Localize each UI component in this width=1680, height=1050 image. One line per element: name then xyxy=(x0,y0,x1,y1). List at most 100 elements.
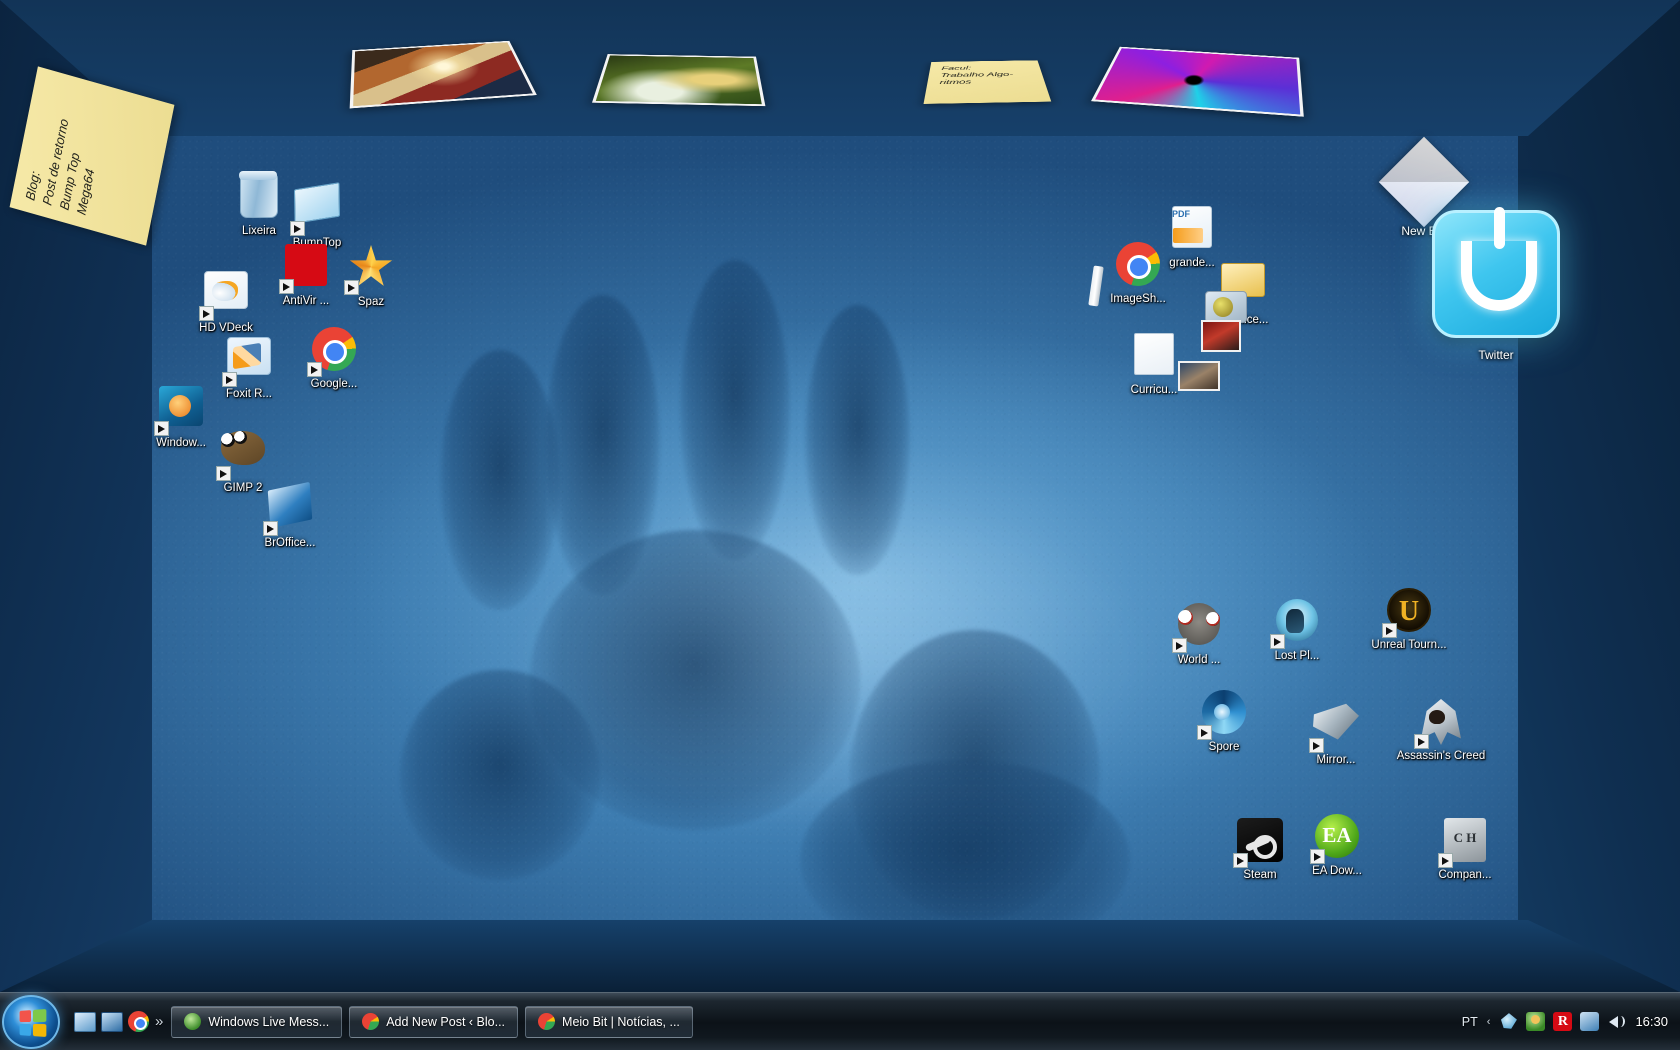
tray-icon-group xyxy=(1499,1012,1626,1031)
vdeck-icon xyxy=(204,271,248,309)
icon-art xyxy=(1072,265,1120,314)
icon-art xyxy=(222,337,273,387)
messenger-tray-icon[interactable] xyxy=(1500,1013,1517,1029)
shortcut-overlay-icon xyxy=(1270,634,1285,649)
language-indicator[interactable]: PT xyxy=(1462,1015,1478,1029)
icon-art xyxy=(1310,814,1361,864)
icon-art xyxy=(199,271,250,321)
task-title: Add New Post ‹ Blo... xyxy=(386,1014,506,1029)
icon-art xyxy=(1309,703,1360,753)
desktop-icon-label: BrOffice... xyxy=(264,537,316,549)
shortcut-overlay-icon xyxy=(279,279,294,294)
tray-expand-icon[interactable]: ‹ xyxy=(1487,1016,1491,1028)
icon-art xyxy=(1197,690,1248,740)
icon-art xyxy=(290,182,341,236)
system-tray: PT ‹ 16:30 xyxy=(1462,1012,1680,1031)
desktop-icon-broffice[interactable]: BrOffice... xyxy=(236,481,344,550)
desktop-icon-label: Spaz xyxy=(357,296,385,308)
shortcut-overlay-icon xyxy=(290,221,305,236)
volume-tray-icon[interactable] xyxy=(1607,1012,1626,1031)
shortcut-overlay-icon xyxy=(1310,849,1325,864)
desktop-icon-ea-dow[interactable]: EA Dow... xyxy=(1283,812,1391,878)
desktop-icon-label: Google... xyxy=(310,378,358,390)
shortcut-overlay-icon xyxy=(1309,738,1324,753)
desktop-icon-google[interactable]: Google... xyxy=(280,325,388,391)
foxit-icon xyxy=(227,337,271,375)
icon-art xyxy=(1382,588,1433,638)
quick-launch-bar xyxy=(74,1011,149,1032)
task-app-icon xyxy=(184,1013,202,1030)
desktop-icon-spore[interactable]: Spore xyxy=(1170,688,1278,754)
desktop-icon-compan[interactable]: Compan... xyxy=(1411,816,1519,882)
bumptop-desktop-screen: Blog: Post de retorno Bump Top Mega64 Fa… xyxy=(0,0,1680,1050)
chrome-icon[interactable] xyxy=(128,1011,149,1032)
desktop-icon-mirror[interactable]: Mirror... xyxy=(1282,698,1390,767)
desktop-icon-lost-pl[interactable]: Lost Pl... xyxy=(1243,596,1351,663)
twitter-widget[interactable] xyxy=(1432,207,1560,338)
desktop-icon-world[interactable]: World ... xyxy=(1145,600,1253,667)
shortcut-overlay-icon xyxy=(1382,623,1397,638)
icon-art xyxy=(1438,818,1489,868)
desktop-icon-unreal-tourn[interactable]: Unreal Tourn... xyxy=(1355,586,1463,652)
desktop-icon-hd-vdeck[interactable]: HD VDeck xyxy=(172,266,280,335)
desktop-icon-label: World ... xyxy=(1177,654,1221,666)
avira-tray-icon[interactable] xyxy=(1553,1012,1573,1031)
desktop-icon-item-3[interactable] xyxy=(1042,262,1150,314)
thumb2-icon xyxy=(1178,361,1220,391)
floor-surface[interactable] xyxy=(0,920,1680,992)
taskbar-task-button[interactable]: Meio Bit | Notícias, ... xyxy=(525,1005,694,1038)
task-app-icon xyxy=(538,1013,556,1030)
taskbar-task-button[interactable]: Add New Post ‹ Blo... xyxy=(349,1005,519,1038)
shortcut-overlay-icon xyxy=(216,466,231,481)
task-title: Meio Bit | Notícias, ... xyxy=(562,1014,680,1029)
windows-logo-icon xyxy=(19,1008,47,1037)
twitter-label: Twitter xyxy=(1478,348,1514,362)
desktop-icon-label: Spore xyxy=(1208,741,1240,753)
icon-art xyxy=(1233,818,1284,868)
show-desktop-icon[interactable] xyxy=(74,1011,96,1032)
mirror-icon xyxy=(1313,703,1359,740)
icon-art xyxy=(1414,699,1465,749)
shortcut-overlay-icon xyxy=(154,421,169,436)
desktop-icon-assassin-s-creed[interactable]: Assassin's Creed xyxy=(1387,698,1495,763)
network-tray-icon[interactable] xyxy=(1580,1012,1600,1031)
desktop-icon-label: Compan... xyxy=(1438,869,1492,881)
shortcut-overlay-icon xyxy=(1197,725,1212,740)
task-title: Windows Live Mess... xyxy=(208,1014,330,1029)
shortcut-overlay-icon xyxy=(1414,734,1429,749)
icon-art xyxy=(1172,603,1223,653)
desktop-icon-label: Mirror... xyxy=(1316,754,1356,766)
desktop-icon-label: Unreal Tourn... xyxy=(1371,639,1447,651)
flip-3d-icon[interactable] xyxy=(101,1011,123,1032)
shortcut-overlay-icon xyxy=(1438,853,1453,868)
live-tray-icon[interactable] xyxy=(1526,1012,1546,1031)
icon-art xyxy=(1270,599,1321,649)
icon-art xyxy=(344,245,395,295)
sticky-note-facul[interactable]: Facul: Trabalho Algo- ritmos xyxy=(923,60,1052,104)
gimp-icon xyxy=(221,431,265,465)
taskbar-task-button[interactable]: Windows Live Mess... xyxy=(171,1005,343,1038)
icon-art xyxy=(307,327,358,377)
desktop-icon-item-7[interactable] xyxy=(1145,352,1253,409)
shortcut-overlay-icon xyxy=(199,306,214,321)
desktop-icon-label: Assassin's Creed xyxy=(1396,750,1486,762)
task-app-icon xyxy=(362,1013,380,1030)
task-button-list: Windows Live Mess... Add New Post ‹ Blo..… xyxy=(171,1005,694,1038)
icon-art xyxy=(263,481,314,536)
desktop-icon-bumptop[interactable]: BumpTop xyxy=(263,178,371,250)
shortcut-overlay-icon xyxy=(1233,853,1248,868)
icon-art xyxy=(1175,361,1223,409)
taskbar-clock[interactable]: 16:30 xyxy=(1635,1014,1668,1029)
ceiling-photo-butterfly[interactable] xyxy=(591,54,766,107)
bump-icon xyxy=(293,182,341,224)
twitter-glyph-icon xyxy=(1461,207,1537,311)
shortcut-overlay-icon xyxy=(307,362,322,377)
shortcut-overlay-icon xyxy=(1172,638,1187,653)
quick-launch-overflow-icon[interactable]: » xyxy=(155,1013,163,1030)
ceiling-wall[interactable] xyxy=(0,0,1680,136)
start-button[interactable] xyxy=(2,994,60,1049)
shortcut-overlay-icon xyxy=(344,280,359,295)
desktop-icon-label: Lost Pl... xyxy=(1274,650,1320,662)
desktop-icon-spaz[interactable]: Spaz xyxy=(317,243,425,309)
wmp-icon xyxy=(159,386,203,426)
